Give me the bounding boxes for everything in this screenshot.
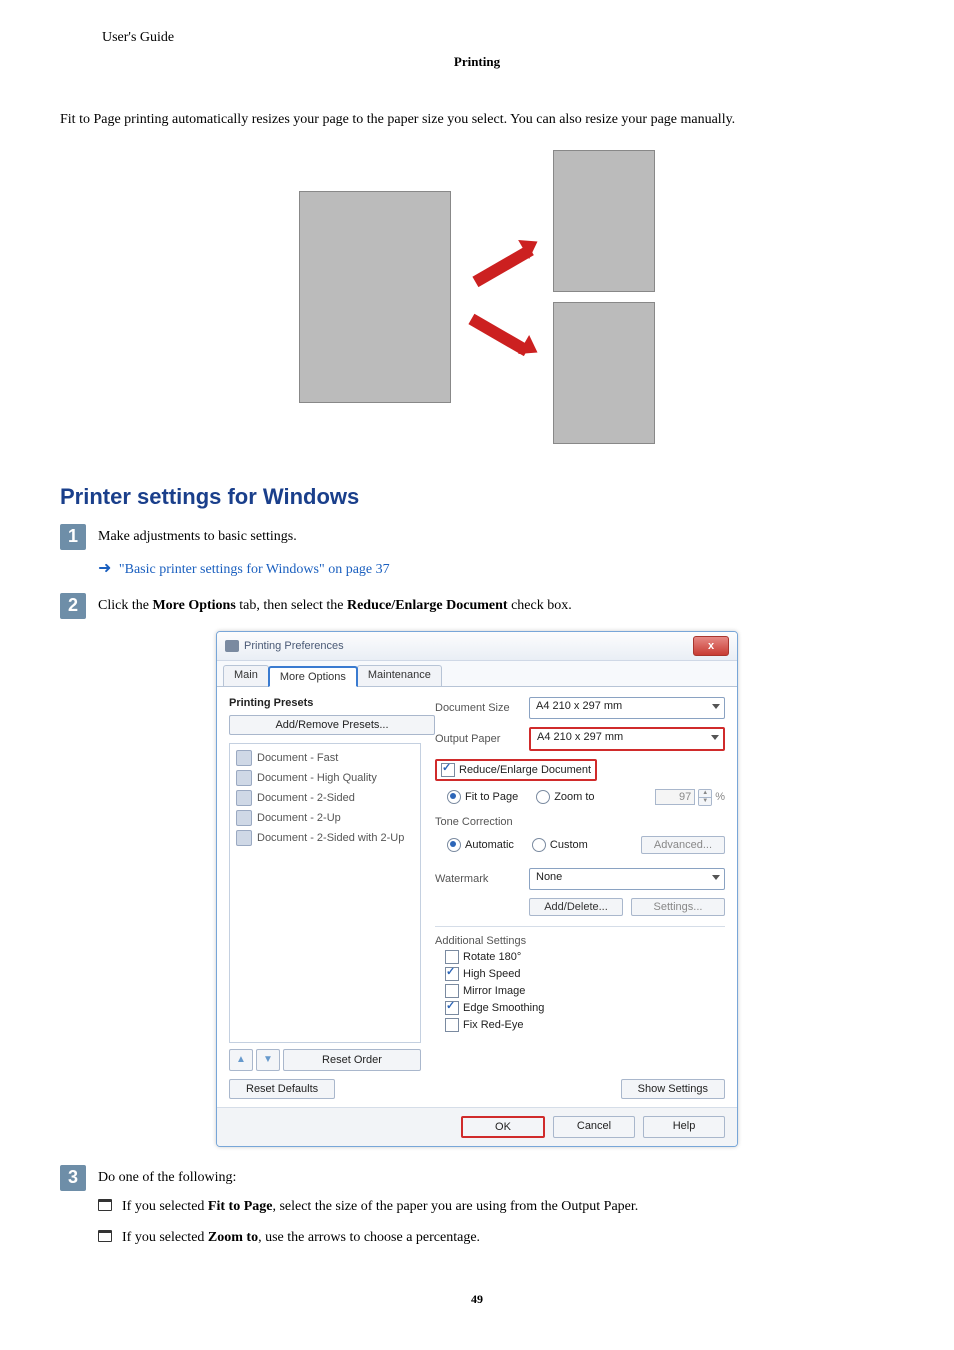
header-left: User's Guide: [102, 30, 894, 46]
output-paper-select[interactable]: A4 210 x 297 mm: [529, 727, 725, 751]
printing-presets-label: Printing Presets: [229, 697, 421, 709]
intro-text: Fit to Page printing automatically resiz…: [60, 110, 894, 130]
mirror-image-checkbox[interactable]: Mirror Image: [445, 984, 725, 998]
tone-custom-radio[interactable]: Custom: [532, 838, 588, 852]
move-up-button[interactable]: ▲: [229, 1049, 253, 1071]
zoom-unit-label: %: [715, 791, 725, 803]
watermark-label: Watermark: [435, 873, 521, 885]
fix-red-eye-checkbox[interactable]: Fix Red-Eye: [445, 1018, 725, 1032]
add-delete-button[interactable]: Add/Delete...: [529, 898, 623, 916]
step-1-badge: 1: [60, 524, 86, 550]
document-size-select[interactable]: A4 210 x 297 mm: [529, 697, 725, 719]
arrow-stack: [467, 252, 537, 342]
preset-list[interactable]: Document - Fast Document - High Quality …: [229, 743, 421, 1043]
reduce-enlarge-checkbox[interactable]: Reduce/Enlarge Document: [435, 759, 597, 781]
show-settings-button[interactable]: Show Settings: [621, 1079, 725, 1099]
preset-icon: [236, 830, 252, 846]
checkbox-icon: [445, 984, 459, 998]
preset-item[interactable]: Document - 2-Sided with 2-Up: [234, 828, 416, 848]
watermark-settings-button[interactable]: Settings...: [631, 898, 725, 916]
radio-icon: [447, 790, 461, 804]
preset-item[interactable]: Document - Fast: [234, 748, 416, 768]
move-down-button[interactable]: ▼: [256, 1049, 280, 1071]
arrow-reduce-icon: [467, 305, 538, 357]
rotate-180-checkbox[interactable]: Rotate 180°: [445, 950, 725, 964]
additional-settings-label: Additional Settings: [435, 935, 725, 947]
output-paper-label: Output Paper: [435, 733, 521, 745]
zoom-to-radio[interactable]: Zoom to: [536, 790, 594, 804]
step-3-text: Do one of the following:: [98, 1167, 638, 1188]
checkbox-icon: [445, 950, 459, 964]
help-button[interactable]: Help: [643, 1116, 725, 1138]
checkbox-icon: [445, 1001, 459, 1015]
reset-defaults-button[interactable]: Reset Defaults: [229, 1079, 335, 1099]
preset-icon: [236, 790, 252, 806]
edge-smoothing-checkbox[interactable]: Edge Smoothing: [445, 1001, 725, 1015]
high-speed-checkbox[interactable]: High Speed: [445, 967, 725, 981]
step-2-text: Click the More Options tab, then select …: [98, 593, 572, 616]
advanced-button[interactable]: Advanced...: [641, 836, 725, 854]
step-3-badge: 3: [60, 1165, 86, 1191]
resize-illustration: [60, 150, 894, 444]
zoom-value-input[interactable]: 97: [655, 789, 695, 805]
preset-item[interactable]: Document - 2-Up: [234, 808, 416, 828]
cancel-button[interactable]: Cancel: [553, 1116, 635, 1138]
tab-main[interactable]: Main: [223, 665, 269, 686]
page-number: 49: [60, 1292, 894, 1307]
arrow-enlarge-icon: [467, 235, 538, 287]
ok-button[interactable]: OK: [461, 1116, 545, 1138]
preset-icon: [236, 770, 252, 786]
printing-preferences-dialog: Printing Preferences x Main More Options…: [216, 631, 738, 1147]
step-2-badge: 2: [60, 593, 86, 619]
chevron-down-icon: ▼: [699, 797, 711, 805]
close-button[interactable]: x: [693, 636, 729, 656]
step-1-text: Make adjustments to basic settings.: [98, 526, 390, 547]
reset-order-button[interactable]: Reset Order: [283, 1049, 421, 1071]
zoom-stepper[interactable]: ▲ ▼: [698, 789, 712, 806]
link-arrow-icon: ➜: [98, 560, 111, 577]
add-remove-presets-button[interactable]: Add/Remove Presets...: [229, 715, 435, 735]
preset-item[interactable]: Document - High Quality: [234, 768, 416, 788]
printer-icon: [225, 640, 239, 652]
checkbox-icon: [445, 967, 459, 981]
checkbox-icon: [445, 1018, 459, 1032]
section-title: Printer settings for Windows: [60, 484, 894, 510]
illustration-large-photo: [299, 191, 451, 403]
step-3-item-1: If you selected Fit to Page, select the …: [98, 1196, 638, 1217]
tab-more-options[interactable]: More Options: [268, 666, 358, 687]
document-size-label: Document Size: [435, 702, 521, 714]
checkbox-icon: [441, 763, 455, 777]
tone-automatic-radio[interactable]: Automatic: [447, 838, 514, 852]
fit-to-page-radio[interactable]: Fit to Page: [447, 790, 518, 804]
watermark-select[interactable]: None: [529, 868, 725, 890]
header-center: Printing: [60, 54, 894, 70]
illustration-small-photo-2: [553, 302, 655, 444]
tone-correction-label: Tone Correction: [435, 816, 725, 828]
preset-icon: [236, 810, 252, 826]
preset-item[interactable]: Document - 2-Sided: [234, 788, 416, 808]
radio-icon: [532, 838, 546, 852]
basic-settings-link[interactable]: "Basic printer settings for Windows" on …: [119, 562, 390, 577]
dialog-title: Printing Preferences: [244, 640, 344, 652]
radio-icon: [447, 838, 461, 852]
radio-icon: [536, 790, 550, 804]
tab-maintenance[interactable]: Maintenance: [357, 665, 442, 686]
illustration-small-stack: [553, 150, 655, 444]
chevron-up-icon: ▲: [699, 790, 711, 797]
illustration-small-photo-1: [553, 150, 655, 292]
close-icon: x: [708, 640, 714, 652]
preset-icon: [236, 750, 252, 766]
step-3-item-2: If you selected Zoom to, use the arrows …: [98, 1227, 638, 1248]
